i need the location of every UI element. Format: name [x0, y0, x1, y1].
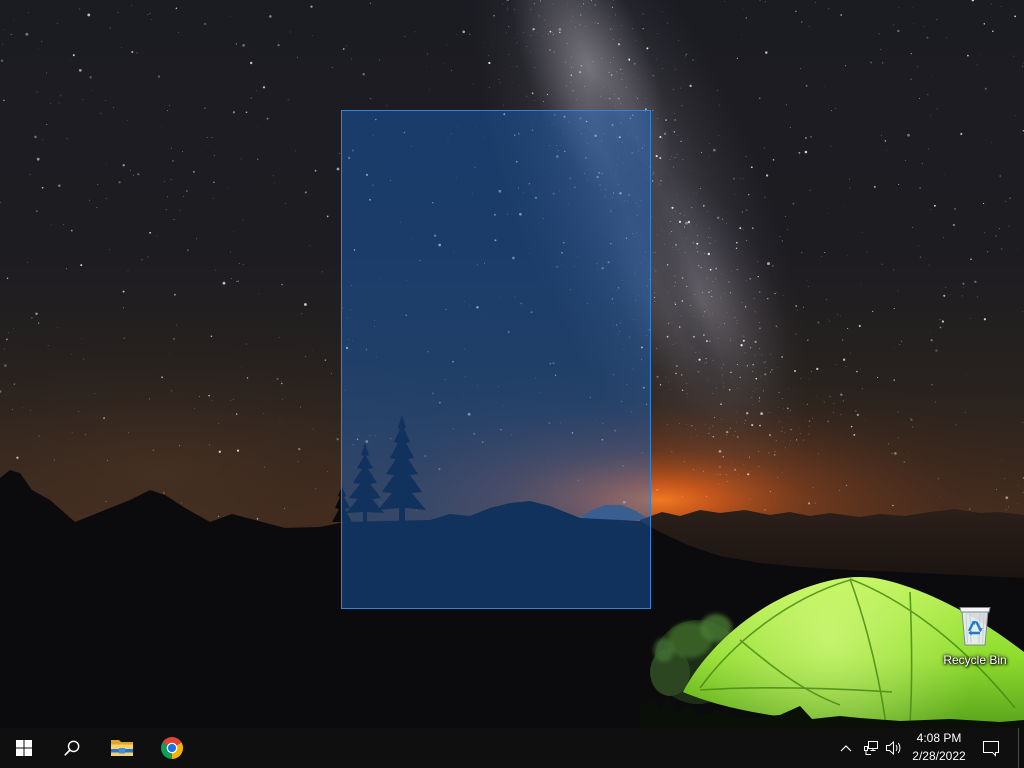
- recycle-bin-icon: [955, 602, 995, 646]
- search-icon: [64, 740, 80, 756]
- selection-rectangle: [341, 110, 651, 609]
- volume-icon: [886, 740, 901, 756]
- network-icon: [864, 741, 878, 755]
- clock-time: 4:08 PM: [916, 731, 962, 745]
- volume-button[interactable]: [882, 728, 906, 768]
- chevron-up-icon: [840, 745, 852, 752]
- taskbar-chrome-button[interactable]: [147, 728, 197, 768]
- desktop-icon-label: Recycle Bin: [943, 653, 1007, 667]
- action-center-button[interactable]: [975, 728, 1007, 768]
- show-hidden-icons-button[interactable]: [834, 728, 858, 768]
- clock-date: 2/28/2022: [912, 749, 966, 763]
- taskbar: 4:08 PM 2/28/2022: [0, 728, 1024, 768]
- desktop-screen: Recycle Bin 4:08 PM 2/28/2022: [0, 0, 1024, 768]
- show-desktop-button[interactable]: [1018, 728, 1024, 768]
- start-button[interactable]: [0, 728, 48, 768]
- desktop-area[interactable]: Recycle Bin: [0, 0, 1024, 728]
- action-center-icon: [983, 740, 999, 757]
- chrome-icon: [161, 737, 183, 759]
- taskbar-file-explorer-button[interactable]: [97, 728, 147, 768]
- windows-logo-icon: [16, 740, 32, 756]
- file-explorer-icon: [111, 740, 133, 756]
- search-button[interactable]: [48, 728, 96, 768]
- desktop-icon-recycle-bin[interactable]: Recycle Bin: [938, 598, 1012, 674]
- network-button[interactable]: [859, 728, 883, 768]
- taskbar-clock[interactable]: 4:08 PM 2/28/2022: [906, 728, 972, 768]
